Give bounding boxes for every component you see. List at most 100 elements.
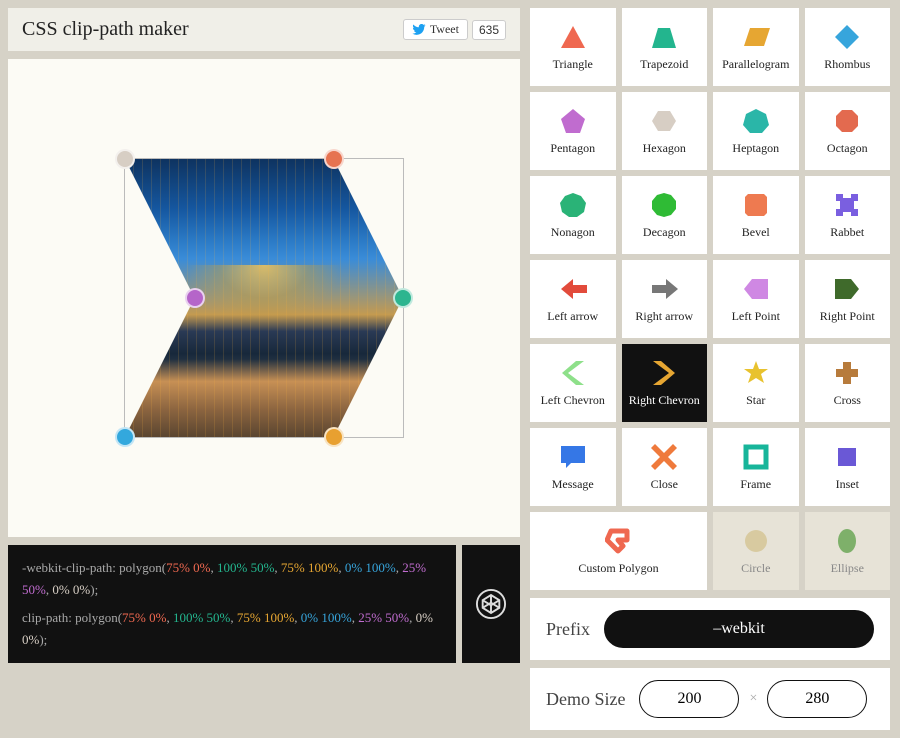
message-icon [559,443,587,471]
tweet-button[interactable]: Tweet [403,19,468,40]
prefix-label: Prefix [546,619,590,640]
shape-tile-cross[interactable]: Cross [805,344,891,422]
shape-tile-right-arrow[interactable]: Right arrow [622,260,708,338]
clipped-image [125,159,403,437]
nonagon-icon [559,191,587,219]
demo-size-label: Demo Size [546,689,625,710]
cross-icon [833,359,861,387]
shape-label: Rhombus [824,57,870,72]
shape-label: Bevel [742,225,770,240]
shape-tile-decagon[interactable]: Decagon [622,176,708,254]
tweet-count: 635 [472,20,506,40]
shape-tile-right-point[interactable]: Right Point [805,260,891,338]
heptagon-icon [742,107,770,135]
shape-label: Message [552,477,594,492]
shape-tile-bevel[interactable]: Bevel [713,176,799,254]
handle-left-mid[interactable] [185,288,205,308]
shape-label: Frame [740,477,771,492]
codepen-icon [475,588,507,620]
shape-label: Cross [834,393,861,408]
shape-label: Circle [741,561,770,576]
header: CSS clip-path maker Tweet 635 [8,8,520,51]
shape-label: Nonagon [551,225,595,240]
shape-tile-left-arrow[interactable]: Left arrow [530,260,616,338]
shape-tile-octagon[interactable]: Octagon [805,92,891,170]
shape-tile-inset[interactable]: Inset [805,428,891,506]
code-line-webkit: -webkit-clip-path: polygon(75% 0%, 100% … [22,557,442,601]
code-output[interactable]: -webkit-clip-path: polygon(75% 0%, 100% … [8,545,456,663]
shape-label: Decagon [643,225,686,240]
trapezoid-icon [650,23,678,51]
handle-top-left[interactable] [115,149,135,169]
shape-label: Left Point [732,309,780,324]
shape-tile-custom-polygon[interactable]: Custom Polygon [530,512,707,590]
pentagon-icon [559,107,587,135]
shape-grid: Triangle Trapezoid Parallelogram Rhombus Pen… [530,8,890,590]
shape-tile-ellipse: Ellipse [805,512,891,590]
right-point-icon [833,275,861,303]
shape-label: Star [746,393,765,408]
shape-tile-triangle[interactable]: Triangle [530,8,616,86]
clip-canvas [8,59,520,537]
shape-label: Ellipse [831,561,864,576]
shape-tile-left-chevron[interactable]: Left Chevron [530,344,616,422]
shape-label: Parallelogram [722,57,789,72]
triangle-icon [559,23,587,51]
size-separator: × [749,691,757,707]
shape-tile-heptagon[interactable]: Heptagon [713,92,799,170]
shape-label: Right Chevron [629,393,700,408]
shape-tile-left-point[interactable]: Left Point [713,260,799,338]
shape-tile-frame[interactable]: Frame [713,428,799,506]
shape-label: Left Chevron [541,393,605,408]
ellipse-icon [833,527,861,555]
shape-label: Close [651,477,678,492]
shape-tile-rabbet[interactable]: Rabbet [805,176,891,254]
shape-label: Left arrow [547,309,598,324]
handle-bottom-right[interactable] [324,427,344,447]
shape-tile-parallelogram[interactable]: Parallelogram [713,8,799,86]
hexagon-icon [650,107,678,135]
tweet-widget: Tweet 635 [403,19,506,40]
width-input[interactable]: 200 [639,680,739,718]
frame-icon [742,443,770,471]
shape-label: Custom Polygon [578,561,658,576]
shape-tile-close[interactable]: Close [622,428,708,506]
handle-right-mid[interactable] [393,288,413,308]
prefix-panel: Prefix –webkit [530,598,890,660]
shape-tile-rhombus[interactable]: Rhombus [805,8,891,86]
right-arrow-icon [650,275,678,303]
twitter-icon [412,24,426,35]
shape-label: Rabbet [830,225,864,240]
shape-tile-star[interactable]: Star [713,344,799,422]
shape-label: Inset [836,477,859,492]
shape-label: Heptagon [732,141,779,156]
shape-label: Pentagon [550,141,595,156]
shape-tile-message[interactable]: Message [530,428,616,506]
height-input[interactable]: 280 [767,680,867,718]
right-chevron-icon [650,359,678,387]
parallelogram-icon [742,23,770,51]
shape-label: Octagon [827,141,868,156]
demo-frame [124,158,404,438]
shape-tile-hexagon[interactable]: Hexagon [622,92,708,170]
bevel-icon [742,191,770,219]
tweet-label: Tweet [430,22,459,37]
page-title: CSS clip-path maker [22,18,189,41]
custom-polygon-icon [605,527,633,555]
rabbet-icon [833,191,861,219]
shape-tile-nonagon[interactable]: Nonagon [530,176,616,254]
shape-label: Trapezoid [640,57,688,72]
prefix-value[interactable]: –webkit [604,610,874,648]
circle-icon [742,527,770,555]
handle-top-right[interactable] [324,149,344,169]
handle-bottom-left[interactable] [115,427,135,447]
octagon-icon [833,107,861,135]
left-arrow-icon [559,275,587,303]
shape-tile-right-chevron[interactable]: Right Chevron [622,344,708,422]
shape-tile-pentagon[interactable]: Pentagon [530,92,616,170]
codepen-button[interactable] [462,545,520,663]
close-icon [650,443,678,471]
left-point-icon [742,275,770,303]
shape-tile-trapezoid[interactable]: Trapezoid [622,8,708,86]
shape-tile-circle: Circle [713,512,799,590]
